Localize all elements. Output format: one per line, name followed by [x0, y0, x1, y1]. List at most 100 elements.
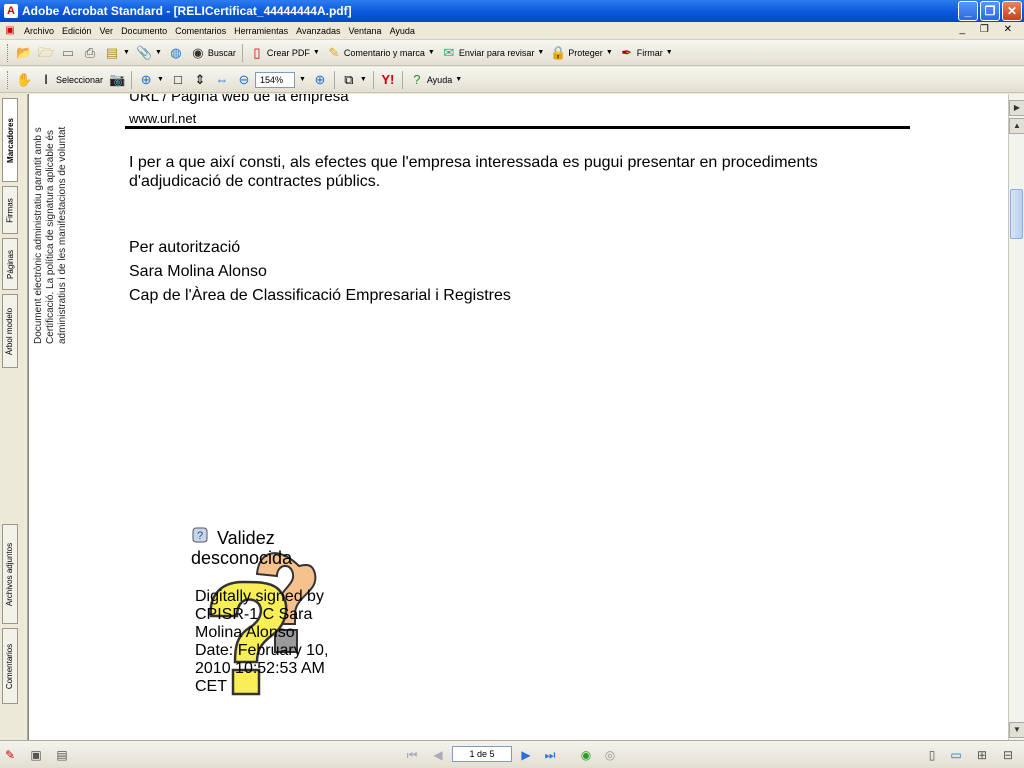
rotate-button[interactable]: ⧉ ▼	[338, 69, 370, 91]
select-tool-button[interactable]: Ⅰ Seleccionar	[35, 69, 106, 91]
menu-archivo[interactable]: Archivo	[20, 26, 58, 36]
zoom-out-button[interactable]: ⊖	[233, 69, 255, 91]
paragraph-line: d'adjudicació de contractes públics.	[129, 173, 381, 190]
next-view-icon[interactable]: ◎	[602, 747, 618, 763]
tab-pages[interactable]: Páginas	[2, 238, 18, 290]
pen-icon: ✒	[621, 44, 633, 60]
monitor-icon[interactable]: ▣	[28, 747, 44, 763]
zoom-input[interactable]: 154%	[254, 71, 295, 88]
signature-detail: 2010 10:52:53 AM	[195, 660, 325, 677]
next-page-icon[interactable]: ▶	[518, 747, 534, 763]
create-button[interactable]: 📂	[13, 42, 35, 64]
comment-icon: ✎	[328, 44, 340, 60]
panel-expand-icon[interactable]: ▶	[1009, 100, 1024, 116]
help-label: Ayuda	[426, 74, 453, 85]
organizer-button[interactable]: ▤ ▼	[101, 42, 133, 64]
side-note: Document electrònic administratiu garant…	[31, 94, 71, 354]
fit-width-icon: ⇔	[215, 71, 229, 87]
digital-signature-field[interactable]: ? Validez desconocida Digitally signed b…	[191, 524, 361, 704]
scroll-thumb[interactable]	[1010, 189, 1023, 239]
web-button[interactable]: ◍	[165, 42, 187, 64]
tab-comments[interactable]: Comentarios	[2, 628, 18, 704]
attach-button[interactable]: 📎 ▼	[133, 42, 165, 64]
magnifier-plus-icon: ⊕	[140, 71, 152, 87]
open-folder-icon: 🗁	[38, 44, 55, 60]
last-page-icon[interactable]: ⏭	[542, 747, 558, 763]
signature-detail: Digitally signed by	[195, 588, 324, 605]
menu-comentarios[interactable]: Comentarios	[171, 26, 230, 36]
create-pdf-button[interactable]: ▯ Crear PDF ▼	[246, 42, 323, 64]
create-pdf-label: Crear PDF	[266, 47, 310, 58]
page-status-icon[interactable]: ▤	[54, 747, 70, 763]
horizontal-rule	[125, 126, 910, 129]
tools-toolbar: ✋ Ⅰ Seleccionar 📷 ⊕ ▼ □ ⇕ ⇔ ⊖ 154% ▼ ⊕ ⧉ ▼ …	[0, 67, 1024, 93]
zoom-in-tool-button[interactable]: ⊕ ▼	[135, 69, 167, 91]
menu-avanzadas[interactable]: Avanzadas	[292, 26, 344, 36]
single-page-icon[interactable]: ▯	[924, 747, 940, 763]
printer-icon: ⎙	[84, 44, 96, 60]
menu-documento[interactable]: Documento	[117, 26, 171, 36]
menu-edicion[interactable]: Edición	[58, 26, 96, 36]
minimize-button[interactable]: _	[958, 1, 978, 21]
zoom-in-button[interactable]: ⊕	[309, 69, 331, 91]
signatory-title: Cap de l'Àrea de Classificació Empresari…	[129, 287, 511, 304]
toolbar-grip[interactable]	[7, 70, 10, 89]
vertical-scrollbar[interactable]: ▶ ▲ ▼	[1008, 94, 1024, 740]
protect-label: Proteger	[568, 47, 603, 58]
tab-signatures[interactable]: Firmas	[2, 186, 18, 234]
lock-icon: 🔒	[550, 44, 567, 60]
fit-width-button[interactable]: ⇔	[211, 69, 233, 91]
rotate-page-icon: ⧉	[344, 71, 354, 87]
status-bar: ✎ ▣ ▤ ⏮ ◀ 1 de 5 ▶ ⏭ ◉ ◎ ▯ ▭ ⊞ ⊟	[0, 740, 1024, 768]
document-pane[interactable]: Document electrònic administratiu garant…	[28, 94, 1008, 740]
toolbar-grip[interactable]	[7, 43, 10, 62]
signature-detail: CET	[195, 678, 227, 695]
signatory-name: Sara Molina Alonso	[129, 263, 267, 280]
menu-ver[interactable]: Ver	[96, 26, 118, 36]
fit-page-button[interactable]: ⇕	[189, 69, 211, 91]
continuous-facing-icon[interactable]: ⊟	[1000, 747, 1016, 763]
url-value[interactable]: www.url.net	[129, 111, 196, 126]
menu-herramientas[interactable]: Herramientas	[230, 26, 292, 36]
zoom-dropdown[interactable]: ▼	[295, 69, 309, 91]
send-review-icon: ✉	[443, 44, 455, 60]
page-number-field[interactable]: 1 de 5	[452, 746, 512, 762]
menu-ventana[interactable]: Ventana	[345, 26, 386, 36]
svg-text:?: ?	[197, 530, 203, 542]
print-button[interactable]: ⎙	[79, 42, 101, 64]
previous-page-icon[interactable]: ◀	[430, 747, 446, 763]
open-button[interactable]: 🗁	[35, 42, 57, 64]
title-bar[interactable]: A Adobe Acrobat Standard - [RELICertific…	[0, 0, 1024, 22]
help-button[interactable]: ? Ayuda ▼	[406, 69, 465, 91]
snapshot-button[interactable]: 📷	[106, 69, 128, 91]
tab-model-tree[interactable]: Árbol modelo	[2, 294, 18, 368]
paragraph-line: I per a que així consti, als efectes que…	[129, 154, 818, 171]
menu-ayuda[interactable]: Ayuda	[386, 26, 419, 36]
sign-button[interactable]: ✒ Firmar ▼	[616, 42, 676, 64]
continuous-icon[interactable]: ▭	[948, 747, 964, 763]
close-button[interactable]: ✕	[1002, 1, 1022, 21]
send-review-button[interactable]: ✉ Enviar para revisar ▼	[438, 42, 547, 64]
scroll-up-button[interactable]: ▲	[1009, 118, 1024, 134]
actual-size-button[interactable]: □	[167, 69, 189, 91]
comment-markup-button[interactable]: ✎ Comentario y marca ▼	[323, 42, 438, 64]
create-pdf-icon: ▯	[253, 44, 261, 60]
previous-view-icon[interactable]: ◉	[578, 747, 594, 763]
scroll-down-button[interactable]: ▼	[1009, 722, 1024, 738]
document-window-controls[interactable]: _ ❐ ✕	[960, 24, 1018, 35]
signature-detail: CPISR-1 C Sara	[195, 606, 313, 623]
save-button[interactable]: ▭	[57, 42, 79, 64]
pen-status-icon[interactable]: ✎	[2, 747, 18, 763]
signature-detail: Date: February 10,	[195, 642, 329, 659]
search-button[interactable]: ◉ Buscar	[187, 42, 239, 64]
hand-icon: ✋	[16, 71, 33, 87]
file-toolbar: 📂 🗁 ▭ ⎙ ▤ ▼ 📎 ▼ ◍ ◉ Buscar ▯ Crear PDF ▼ ✎ Com…	[0, 40, 1024, 66]
protect-button[interactable]: 🔒 Proteger ▼	[547, 42, 615, 64]
first-page-icon[interactable]: ⏮	[404, 747, 420, 763]
tab-attachments[interactable]: Archivos adjuntos	[2, 524, 18, 624]
facing-icon[interactable]: ⊞	[974, 747, 990, 763]
yahoo-button[interactable]: Y!	[377, 69, 399, 91]
tab-bookmarks[interactable]: Marcadores	[2, 98, 18, 182]
hand-tool-button[interactable]: ✋	[13, 69, 35, 91]
restore-button[interactable]: ❐	[980, 1, 1000, 21]
